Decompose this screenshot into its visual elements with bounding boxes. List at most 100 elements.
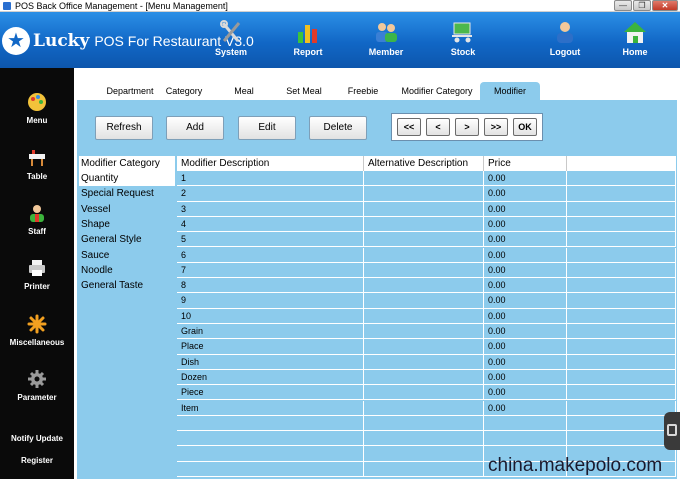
category-item[interactable]: Shape	[79, 217, 175, 232]
table-cell	[177, 431, 364, 447]
main-panel: Department Category Meal Set Meal Freebi…	[77, 80, 677, 479]
table-row[interactable]: Piece 0.00	[177, 385, 676, 401]
table-cell	[364, 293, 484, 309]
tab-freebie[interactable]: Freebie	[345, 82, 381, 100]
table-row[interactable]: Item 0.00	[177, 400, 676, 416]
table-cell	[567, 201, 676, 217]
tab-category[interactable]: Category	[161, 82, 207, 100]
category-item[interactable]: Vessel	[79, 202, 175, 217]
table-cell	[364, 385, 484, 401]
minimize-icon[interactable]: —	[614, 0, 632, 11]
table-row[interactable]: 3 0.00	[177, 201, 676, 217]
table-cell: 0.00	[484, 186, 567, 202]
nav-member-button[interactable]: Member	[356, 20, 416, 66]
palette-icon	[28, 93, 46, 111]
category-item[interactable]: Quantity	[79, 171, 175, 186]
table-cell: Dish	[177, 354, 364, 370]
nav-report-button[interactable]: Report	[278, 20, 338, 66]
nav-logout-button[interactable]: Logout	[535, 20, 595, 66]
delete-button[interactable]: Delete	[309, 116, 367, 140]
home-icon	[624, 22, 646, 43]
sidebar-item-parameter[interactable]: Parameter	[0, 369, 74, 402]
table-cell: 4	[177, 216, 364, 232]
sidebar-item-menu[interactable]: Menu	[0, 92, 74, 125]
category-item[interactable]: General Style	[79, 232, 175, 247]
category-item[interactable]: Special Request	[79, 186, 175, 201]
table-cell	[567, 369, 676, 385]
pager: << < > >> OK	[391, 113, 543, 141]
window-controls: — ❐ ✕	[613, 0, 678, 12]
side-scroll-handle[interactable]	[664, 412, 680, 450]
table-row[interactable]: 4 0.00	[177, 216, 676, 233]
nav-stock-button[interactable]: Stock	[433, 20, 493, 66]
category-item[interactable]: General Taste	[79, 278, 175, 293]
nav-system-button[interactable]: System	[201, 20, 261, 66]
table-row[interactable]: 2 0.00	[177, 186, 676, 202]
table-cell	[567, 216, 676, 232]
table-row[interactable]: Dish 0.00	[177, 354, 676, 370]
sidebar-item-miscellaneous[interactable]: Miscellaneous	[0, 314, 74, 347]
table-cell	[567, 186, 676, 202]
table-cell: 0.00	[484, 247, 567, 263]
column-header-modifier-description[interactable]: Modifier Description	[177, 156, 364, 171]
tab-modifier-category[interactable]: Modifier Category	[399, 82, 475, 100]
tools-icon	[220, 20, 241, 42]
table-row[interactable]: 1 0.00	[177, 171, 676, 187]
table-cell	[567, 262, 676, 278]
edit-button[interactable]: Edit	[238, 116, 296, 140]
table-row[interactable]: Place 0.00	[177, 339, 676, 355]
sidebar-item-staff[interactable]: Staff	[0, 203, 74, 236]
table-cell: 0.00	[484, 324, 567, 339]
table-row[interactable]: 7 0.00	[177, 262, 676, 279]
sidebar-item-table[interactable]: Table	[0, 148, 74, 181]
table-cell	[364, 400, 484, 416]
tab-department[interactable]: Department	[95, 82, 165, 100]
table-row[interactable]: Dozen 0.00	[177, 369, 676, 386]
prev-page-button[interactable]: <	[426, 118, 450, 136]
sidebar-item-notify-update[interactable]: Notify Update	[0, 430, 74, 443]
refresh-button[interactable]: Refresh	[95, 116, 153, 140]
tab-set-meal[interactable]: Set Meal	[284, 82, 324, 100]
table-cell	[364, 171, 484, 186]
sidebar-item-printer[interactable]: Printer	[0, 258, 74, 291]
window-titlebar: POS Back Office Management - [Menu Manag…	[0, 0, 680, 12]
category-item[interactable]: Noodle	[79, 263, 175, 278]
cart-icon	[452, 22, 472, 43]
next-page-button[interactable]: >	[455, 118, 479, 136]
table-row[interactable]: 6 0.00	[177, 247, 676, 263]
table-row[interactable]: 10 0.00	[177, 308, 676, 324]
column-header-price[interactable]: Price	[484, 156, 567, 171]
tab-meal[interactable]: Meal	[229, 82, 259, 100]
table-cell: 0.00	[484, 339, 567, 355]
close-icon[interactable]: ✕	[652, 0, 678, 11]
table-cell: 0.00	[484, 232, 567, 248]
nav-home-button[interactable]: Home	[605, 20, 665, 66]
table-header: Modifier Description Alternative Descrip…	[177, 156, 676, 171]
add-button[interactable]: Add	[166, 116, 224, 140]
table-cell	[567, 308, 676, 324]
last-page-button[interactable]: >>	[484, 118, 508, 136]
table-row[interactable]: 8 0.00	[177, 278, 676, 294]
table-row[interactable]	[177, 415, 676, 432]
table-cell: Piece	[177, 385, 364, 401]
category-item[interactable]: Sauce	[79, 248, 175, 263]
table-cell: Grain	[177, 324, 364, 339]
table-cell: Place	[177, 339, 364, 355]
table-cell: 0.00	[484, 201, 567, 217]
table-cell	[177, 415, 364, 431]
table-row[interactable]: 9 0.00	[177, 293, 676, 309]
table-row[interactable]	[177, 431, 676, 447]
table-cell: 0.00	[484, 308, 567, 324]
table-row[interactable]: 5 0.00	[177, 232, 676, 248]
table-cell	[364, 354, 484, 370]
table-cell	[567, 232, 676, 248]
column-header-alternative-description[interactable]: Alternative Description	[364, 156, 484, 171]
staff-icon	[30, 205, 44, 222]
sidebar-item-register[interactable]: Register	[0, 452, 74, 465]
restore-icon[interactable]: ❐	[633, 0, 651, 11]
tab-modifier[interactable]: Modifier	[480, 82, 540, 100]
table-row[interactable]: Grain 0.00	[177, 324, 676, 340]
ok-button[interactable]: OK	[513, 118, 537, 136]
first-page-button[interactable]: <<	[397, 118, 421, 136]
table-cell	[364, 369, 484, 385]
